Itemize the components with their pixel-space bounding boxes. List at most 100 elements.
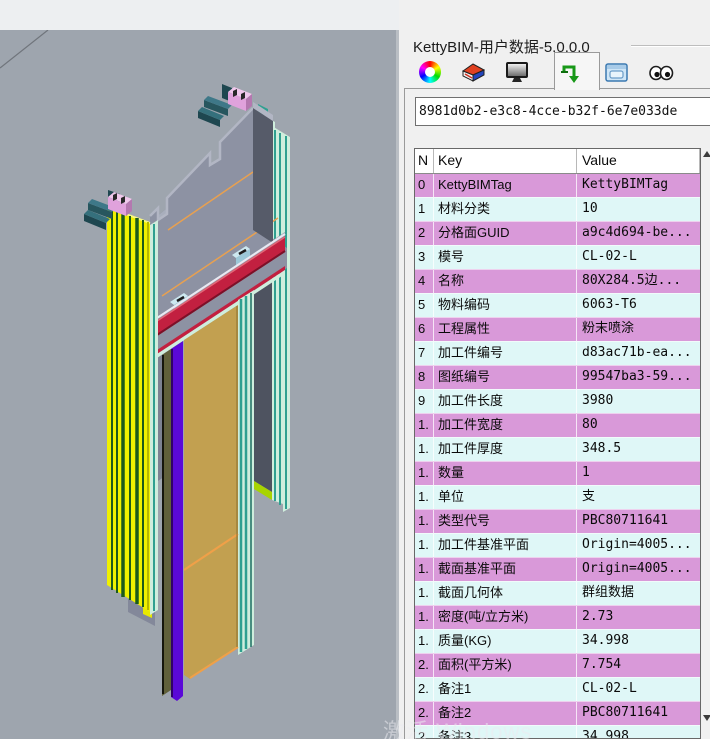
table-row[interactable]: 1.质量(KG)34.998 <box>415 629 700 653</box>
row-key[interactable]: 材料分类 <box>434 198 577 221</box>
row-key[interactable]: 面积(平方米) <box>434 654 577 677</box>
row-value[interactable]: 10 <box>577 198 700 221</box>
row-key[interactable]: 数量 <box>434 462 577 485</box>
row-index[interactable]: 1. <box>415 630 434 653</box>
row-key[interactable]: 截面几何体 <box>434 582 577 605</box>
row-index[interactable]: 2 <box>415 222 434 245</box>
table-row[interactable]: 1.数量1 <box>415 461 700 485</box>
pie-icon[interactable] <box>459 59 487 87</box>
row-value[interactable]: KettyBIMTag <box>577 174 700 197</box>
row-value[interactable]: 34.998 <box>577 726 700 739</box>
table-row[interactable]: 1.类型代号PBC80711641 <box>415 509 700 533</box>
guid-input[interactable] <box>415 97 710 126</box>
row-key[interactable]: KettyBIMTag <box>434 174 577 197</box>
row-index[interactable]: 7 <box>415 342 434 365</box>
row-key[interactable]: 物料编码 <box>434 294 577 317</box>
window-icon[interactable] <box>603 59 631 87</box>
row-index[interactable]: 1. <box>415 582 434 605</box>
table-row[interactable]: 1.单位支 <box>415 485 700 509</box>
row-key[interactable]: 备注3 <box>434 726 577 739</box>
row-index[interactable]: 5 <box>415 294 434 317</box>
model-tan-panel[interactable] <box>184 305 238 679</box>
row-key[interactable]: 分格面GUID <box>434 222 577 245</box>
model-yellow-mullion[interactable] <box>107 207 150 612</box>
row-index[interactable]: 1. <box>415 414 434 437</box>
row-value[interactable]: 粉末喷涂 <box>577 318 700 341</box>
header-index[interactable]: N <box>415 149 434 173</box>
row-key[interactable]: 加工件厚度 <box>434 438 577 461</box>
row-value[interactable]: 80X284.5边... <box>577 270 700 293</box>
table-row[interactable]: 7加工件编号d83ac71b-ea... <box>415 341 700 365</box>
table-row[interactable]: 1.截面基准平面Origin=4005... <box>415 557 700 581</box>
table-row[interactable]: 5物料编码6063-T6 <box>415 293 700 317</box>
row-key[interactable]: 备注1 <box>434 678 577 701</box>
row-value[interactable]: 支 <box>577 486 700 509</box>
row-key[interactable]: 加工件基准平面 <box>434 534 577 557</box>
row-value[interactable]: CL-02-L <box>577 678 700 701</box>
row-key[interactable]: 图纸编号 <box>434 366 577 389</box>
row-key[interactable]: 备注2 <box>434 702 577 725</box>
scroll-down-icon[interactable] <box>703 715 710 721</box>
row-index[interactable]: 1. <box>415 462 434 485</box>
header-key[interactable]: Key <box>434 149 577 173</box>
row-key[interactable]: 类型代号 <box>434 510 577 533</box>
row-key[interactable]: 质量(KG) <box>434 630 577 653</box>
color-wheel-icon[interactable] <box>417 59 445 87</box>
row-value[interactable]: Origin=4005... <box>577 558 700 581</box>
table-scrollbar[interactable] <box>702 148 710 739</box>
row-index[interactable]: 6 <box>415 318 434 341</box>
table-row[interactable]: 1.截面几何体群组数据 <box>415 581 700 605</box>
row-value[interactable]: a9c4d694-be... <box>577 222 700 245</box>
row-value[interactable]: PBC80711641 <box>577 510 700 533</box>
table-row[interactable]: 1.加工件厚度348.5 <box>415 437 700 461</box>
table-row[interactable]: 2.备注2PBC80711641 <box>415 701 700 725</box>
row-key[interactable]: 加工件长度 <box>434 390 577 413</box>
row-index[interactable]: 4 <box>415 270 434 293</box>
row-value[interactable]: 1 <box>577 462 700 485</box>
row-value[interactable]: 2.73 <box>577 606 700 629</box>
row-index[interactable]: 1 <box>415 198 434 221</box>
table-row[interactable]: 4名称80X284.5边... <box>415 269 700 293</box>
table-row[interactable]: 1材料分类10 <box>415 197 700 221</box>
row-index[interactable]: 2. <box>415 726 434 739</box>
row-value[interactable]: 7.754 <box>577 654 700 677</box>
table-row[interactable]: 0KettyBIMTagKettyBIMTag <box>415 174 700 197</box>
row-key[interactable]: 单位 <box>434 486 577 509</box>
row-index[interactable]: 2. <box>415 654 434 677</box>
row-value[interactable]: PBC80711641 <box>577 702 700 725</box>
row-index[interactable]: 1. <box>415 558 434 581</box>
row-index[interactable]: 9 <box>415 390 434 413</box>
row-key[interactable]: 名称 <box>434 270 577 293</box>
model-teal-strip[interactable] <box>238 290 254 655</box>
row-index[interactable]: 8 <box>415 366 434 389</box>
table-row[interactable]: 2.备注1CL-02-L <box>415 677 700 701</box>
row-value[interactable]: d83ac71b-ea... <box>577 342 700 365</box>
row-value[interactable]: 34.998 <box>577 630 700 653</box>
row-value[interactable]: 348.5 <box>577 438 700 461</box>
3d-viewport[interactable] <box>0 30 396 739</box>
table-row[interactable]: 6工程属性粉末喷涂 <box>415 317 700 341</box>
row-index[interactable]: 1. <box>415 510 434 533</box>
table-row[interactable]: 9加工件长度3980 <box>415 389 700 413</box>
row-key[interactable]: 工程属性 <box>434 318 577 341</box>
table-row[interactable]: 2分格面GUIDa9c4d694-be... <box>415 221 700 245</box>
row-value[interactable]: 6063-T6 <box>577 294 700 317</box>
table-row[interactable]: 1.加工件基准平面Origin=4005... <box>415 533 700 557</box>
table-row[interactable]: 8图纸编号99547ba3-59... <box>415 365 700 389</box>
row-key[interactable]: 模号 <box>434 246 577 269</box>
model-olive-strip[interactable] <box>162 349 171 696</box>
scroll-up-icon[interactable] <box>703 151 710 157</box>
row-value[interactable]: 3980 <box>577 390 700 413</box>
table-row[interactable]: 3模号CL-02-L <box>415 245 700 269</box>
row-index[interactable]: 2. <box>415 678 434 701</box>
model-purple-strip[interactable] <box>171 341 183 701</box>
row-value[interactable]: 群组数据 <box>577 582 700 605</box>
row-index[interactable]: 0 <box>415 174 434 197</box>
table-row[interactable]: 1.加工件宽度80 <box>415 413 700 437</box>
row-key[interactable]: 截面基准平面 <box>434 558 577 581</box>
row-value[interactable]: CL-02-L <box>577 246 700 269</box>
header-value[interactable]: Value <box>577 149 700 173</box>
import-arrow-icon[interactable] <box>559 59 587 87</box>
table-row[interactable]: 2.备注334.998 <box>415 725 700 739</box>
row-value[interactable]: 99547ba3-59... <box>577 366 700 389</box>
